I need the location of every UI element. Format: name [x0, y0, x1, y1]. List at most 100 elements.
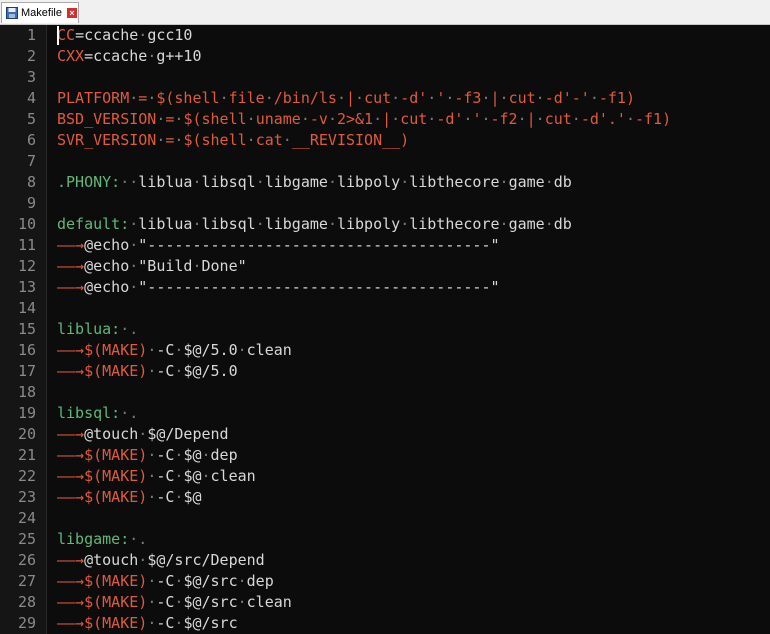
- code-token: -C: [156, 446, 175, 464]
- code-line[interactable]: 29 ——→$(MAKE)·-C·$@/src: [0, 613, 770, 634]
- whitespace-marker: ·: [147, 446, 157, 464]
- line-number: 1: [26, 26, 36, 44]
- tab-arrow-marker: ——→: [57, 614, 85, 632]
- code-line[interactable]: 13 ——→@echo·"----------------------------…: [0, 277, 770, 298]
- code-line[interactable]: 3: [0, 67, 770, 88]
- file-save-icon: [6, 7, 18, 19]
- line-number: 20: [17, 425, 36, 443]
- code-line[interactable]: 25 libgame:·.: [0, 529, 770, 550]
- tab-bar: Makefile ×: [0, 0, 770, 25]
- code-line[interactable]: 24: [0, 508, 770, 529]
- code-token: -C: [156, 572, 175, 590]
- code-text: default:·liblua·libsql·libgame·libpoly·l…: [57, 214, 572, 235]
- code-line[interactable]: 20 ——→@touch·$@/Depend: [0, 424, 770, 445]
- code-token: file: [228, 89, 265, 107]
- code-token: -d'-': [544, 89, 590, 107]
- code-line[interactable]: 2 CXX=ccache·g++10: [0, 46, 770, 67]
- code-token: =ccache: [84, 47, 148, 65]
- code-line[interactable]: 27 ——→$(MAKE)·-C·$@/src·dep: [0, 571, 770, 592]
- line-number: 21: [17, 446, 36, 464]
- whitespace-marker: ·: [499, 173, 509, 191]
- code-line[interactable]: 15 liblua:·.: [0, 319, 770, 340]
- whitespace-marker: ·: [589, 89, 599, 107]
- code-token: default:: [57, 215, 130, 233]
- code-line[interactable]: 26 ——→@touch·$@/src/Depend: [0, 550, 770, 571]
- line-number: 29: [17, 614, 36, 632]
- code-line[interactable]: 18: [0, 382, 770, 403]
- whitespace-marker: ·: [129, 236, 139, 254]
- whitespace-marker: ·: [391, 110, 401, 128]
- whitespace-marker: ·: [255, 173, 265, 191]
- code-token: -C: [156, 488, 175, 506]
- whitespace-marker: ·: [192, 257, 202, 275]
- code-line[interactable]: 12 ——→@echo·"Build·Done": [0, 256, 770, 277]
- code-line[interactable]: 17 ——→$(MAKE)·-C·$@/5.0: [0, 361, 770, 382]
- code-token: __REVISION__): [291, 131, 410, 149]
- code-token: $(shell: [156, 89, 220, 107]
- code-token: cut: [400, 110, 428, 128]
- code-token: @echo: [84, 257, 130, 275]
- code-line[interactable]: 7: [0, 151, 770, 172]
- code-editor[interactable]: 1 CC=ccache·gcc10 2 CXX=ccache·g++10 3 4 PLATF…: [0, 25, 770, 634]
- tab-arrow-marker: ——→: [57, 341, 85, 359]
- code-token: =: [138, 89, 148, 107]
- code-token: cut: [508, 89, 536, 107]
- code-line[interactable]: 16 ——→$(MAKE)·-C·$@/5.0·clean: [0, 340, 770, 361]
- line-number: 3: [26, 68, 36, 86]
- line-number: 25: [17, 530, 36, 548]
- whitespace-marker: ·: [355, 89, 365, 107]
- code-line[interactable]: 28 ——→$(MAKE)·-C·$@/src·clean: [0, 592, 770, 613]
- whitespace-marker: ·.: [120, 404, 139, 422]
- code-token: |: [382, 110, 392, 128]
- tab-arrow-marker: ——→: [57, 488, 85, 506]
- code-text: ——→$(MAKE)·-C·$@·clean: [57, 466, 256, 487]
- code-line[interactable]: 9: [0, 193, 770, 214]
- code-token: $@/5.0: [183, 341, 238, 359]
- code-token: PLATFORM: [57, 89, 130, 107]
- code-token: $(MAKE): [84, 488, 148, 506]
- whitespace-marker: ·: [147, 593, 157, 611]
- code-line[interactable]: 8 .PHONY:··liblua·libsql·libgame·libpoly·…: [0, 172, 770, 193]
- code-token: $@/5.0: [183, 362, 238, 380]
- code-text: ——→$(MAKE)·-C·$@/src·clean: [57, 592, 292, 613]
- code-line[interactable]: 5 BSD_VERSION·=·$(shell·uname·-v·2>&1·|·c…: [0, 109, 770, 130]
- code-line[interactable]: 1 CC=ccache·gcc10: [0, 25, 770, 46]
- whitespace-marker: ·: [129, 215, 139, 233]
- code-text: ——→$(MAKE)·-C·$@/5.0·clean: [57, 340, 292, 361]
- code-line[interactable]: 11 ——→@echo·"----------------------------…: [0, 235, 770, 256]
- line-number: 18: [17, 383, 36, 401]
- whitespace-marker: ·: [147, 488, 157, 506]
- whitespace-marker: ·: [147, 614, 157, 632]
- code-line[interactable]: 21 ——→$(MAKE)·-C·$@·dep: [0, 445, 770, 466]
- whitespace-marker: ·: [192, 173, 202, 191]
- tab-makefile[interactable]: Makefile ×: [1, 2, 79, 23]
- code-line[interactable]: 4 PLATFORM·=·$(shell·file·/bin/ls·|·cut·-…: [0, 88, 770, 109]
- line-number: 28: [17, 593, 36, 611]
- tab-arrow-marker: ——→: [57, 257, 85, 275]
- whitespace-marker: ·: [400, 173, 410, 191]
- code-token: -d': [400, 89, 428, 107]
- code-token: cut: [544, 110, 572, 128]
- code-text: ——→@touch·$@/src/Depend: [57, 550, 265, 571]
- close-icon[interactable]: ×: [66, 8, 77, 18]
- code-token: "Build: [138, 257, 193, 275]
- code-token: $(shell: [183, 131, 247, 149]
- code-token: -f2: [490, 110, 518, 128]
- whitespace-marker: ·: [264, 89, 274, 107]
- code-line[interactable]: 19 libsql:·.: [0, 403, 770, 424]
- code-line[interactable]: 6 SVR_VERSION·=·$(shell·cat·__REVISION__): [0, 130, 770, 151]
- line-number: 14: [17, 299, 36, 317]
- code-line[interactable]: 10 default:·liblua·libsql·libgame·libpoly…: [0, 214, 770, 235]
- code-line[interactable]: 23 ——→$(MAKE)·-C·$@: [0, 487, 770, 508]
- code-token: $(MAKE): [84, 572, 148, 590]
- line-number: 23: [17, 488, 36, 506]
- code-text: ——→@echo·"Build·Done": [57, 256, 247, 277]
- code-token: libsql:: [57, 404, 121, 422]
- whitespace-marker: ·: [192, 215, 202, 233]
- code-token: @touch: [84, 425, 139, 443]
- code-token: dep: [210, 446, 238, 464]
- code-token: $(MAKE): [84, 614, 148, 632]
- code-line[interactable]: 14: [0, 298, 770, 319]
- code-line[interactable]: 22 ——→$(MAKE)·-C·$@·clean: [0, 466, 770, 487]
- code-text: ——→@echo·"------------------------------…: [57, 277, 500, 298]
